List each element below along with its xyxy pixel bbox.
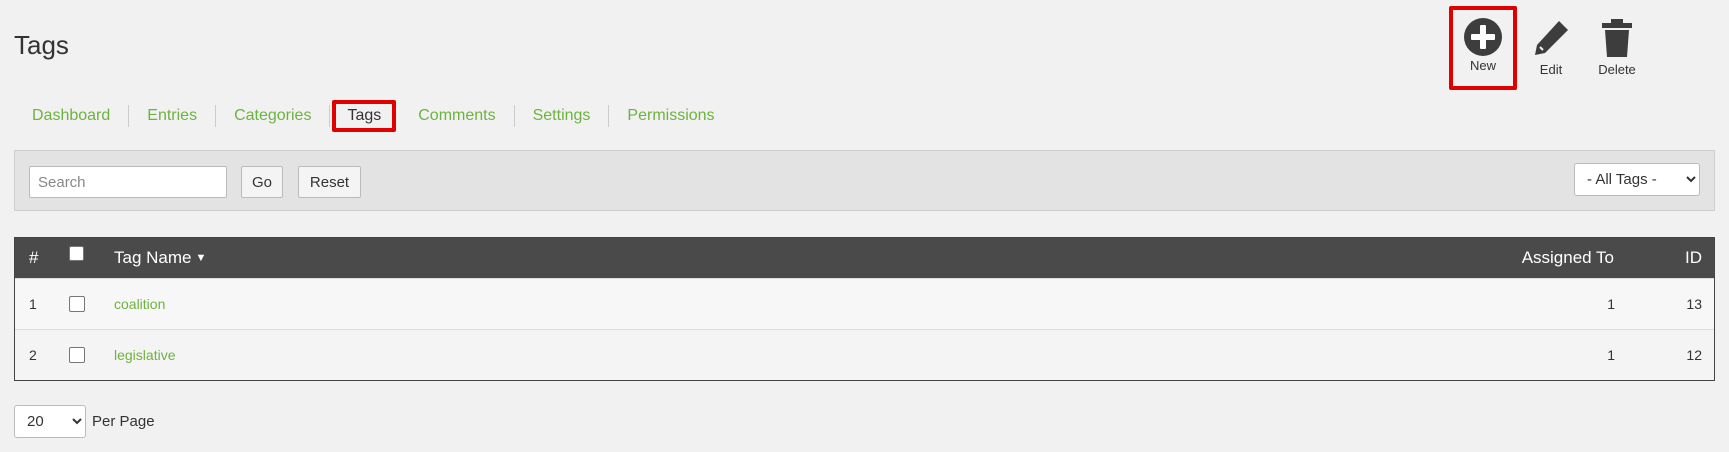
column-header-tag-name[interactable]: Tag Name ▼ xyxy=(114,238,206,278)
pencil-icon xyxy=(1535,21,1568,55)
tag-name-cell: coalition xyxy=(114,279,165,329)
toolbar: New Edit Delete xyxy=(1429,6,1729,90)
assigned-count: 1 xyxy=(1607,296,1615,312)
per-page-control: 20 Per Page xyxy=(14,405,155,438)
select-all-cell xyxy=(69,233,84,273)
row-checkbox[interactable] xyxy=(69,347,85,363)
nav-settings[interactable]: Settings xyxy=(515,105,610,127)
nav-comments[interactable]: Comments xyxy=(400,105,515,127)
select-all-checkbox[interactable] xyxy=(69,245,84,261)
row-number: 1 xyxy=(29,296,37,312)
trash-icon xyxy=(1602,19,1632,57)
nav-tags[interactable]: Tags xyxy=(332,100,397,132)
table-row: 1 coalition 1 13 xyxy=(15,278,1714,329)
nav-categories[interactable]: Categories xyxy=(216,105,331,127)
column-header-num: # xyxy=(29,248,39,267)
column-header-assigned: Assigned To xyxy=(1521,248,1614,267)
table-header: # Tag Name ▼ Assigned To ID xyxy=(15,238,1714,278)
row-select-cell xyxy=(69,279,85,329)
delete-button-label: Delete xyxy=(1598,62,1636,77)
tag-name-link[interactable]: coalition xyxy=(114,296,165,312)
column-header-id: ID xyxy=(1685,248,1702,267)
per-page-select[interactable]: 20 xyxy=(14,405,86,438)
filter-bar: Go Reset - All Tags - xyxy=(14,150,1715,211)
tag-name-header-label: Tag Name xyxy=(114,248,192,267)
assigned-count: 1 xyxy=(1607,347,1615,363)
tags-table: # Tag Name ▼ Assigned To ID 1 coalition … xyxy=(14,237,1715,381)
tag-name-link[interactable]: legislative xyxy=(114,347,175,363)
table-row: 2 legislative 1 12 xyxy=(15,329,1714,380)
new-button[interactable]: New xyxy=(1449,6,1517,90)
per-page-label: Per Page xyxy=(92,413,155,430)
plus-circle-icon xyxy=(1464,18,1502,56)
delete-button[interactable]: Delete xyxy=(1584,6,1650,90)
section-nav: Dashboard Entries Categories Tags Commen… xyxy=(14,100,733,132)
new-button-label: New xyxy=(1469,58,1496,73)
reset-button[interactable]: Reset xyxy=(298,166,361,198)
go-button[interactable]: Go xyxy=(241,166,283,198)
nav-entries[interactable]: Entries xyxy=(129,105,217,127)
sort-down-icon: ▼ xyxy=(195,252,207,264)
tags-filter-select[interactable]: - All Tags - xyxy=(1574,163,1700,196)
edit-button[interactable]: Edit xyxy=(1518,6,1584,90)
tag-name-cell: legislative xyxy=(114,330,175,380)
row-checkbox[interactable] xyxy=(69,296,85,312)
row-select-cell xyxy=(69,330,85,380)
tag-id: 13 xyxy=(1686,296,1702,312)
edit-button-label: Edit xyxy=(1539,62,1563,77)
nav-dashboard[interactable]: Dashboard xyxy=(14,105,130,127)
nav-permissions[interactable]: Permissions xyxy=(609,105,732,127)
search-input[interactable] xyxy=(29,166,227,198)
page-title: Tags xyxy=(14,30,69,60)
row-number: 2 xyxy=(29,347,37,363)
tag-id: 12 xyxy=(1686,347,1702,363)
